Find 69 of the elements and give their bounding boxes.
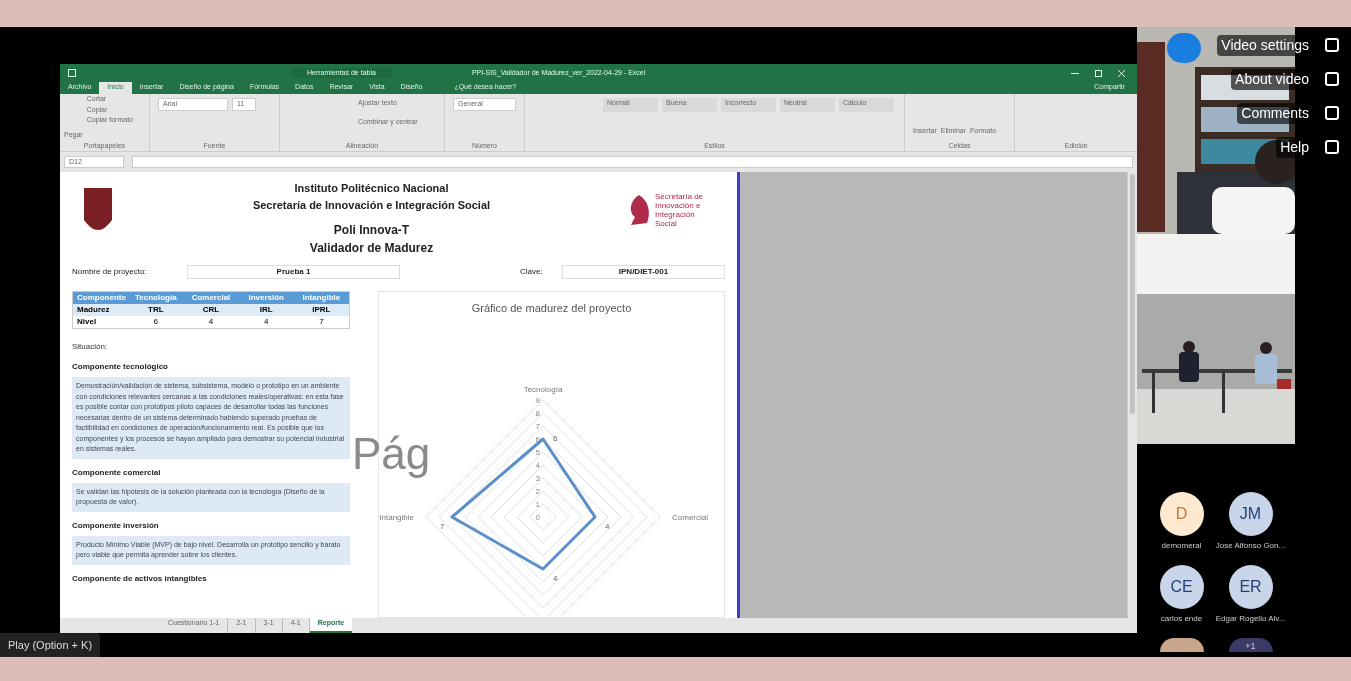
table-cell-text: 4 xyxy=(207,316,215,328)
column-header: Inversión xyxy=(247,292,285,304)
data-label: 7 xyxy=(439,521,444,531)
scrollbar-thumb[interactable] xyxy=(1130,174,1135,414)
data-label: 6 xyxy=(552,433,557,443)
close-icon[interactable] xyxy=(1118,69,1125,77)
table-cell-text: TRL xyxy=(147,304,165,316)
table-cell-text: IPRL xyxy=(311,304,332,316)
tick-label: 9 xyxy=(535,395,540,405)
tick-label: 7 xyxy=(535,421,540,431)
axis-label: Tecnología xyxy=(523,384,562,394)
scrollbar[interactable] xyxy=(1127,172,1137,618)
participant-name: Jose Alfonso Gon... xyxy=(1215,540,1286,552)
table-cell-text: 7 xyxy=(318,316,325,328)
section-title: Componente inversión xyxy=(72,519,160,532)
situation-label: Situación: xyxy=(72,341,109,353)
axis-label: Intangible xyxy=(379,512,414,522)
tick-label: 0 xyxy=(535,512,540,522)
field-label: Clave: xyxy=(520,266,544,278)
participant-name: demomeral xyxy=(1161,540,1202,552)
play-tooltip: Play (Option + K) xyxy=(0,632,101,657)
menu-item-icon xyxy=(1325,38,1339,52)
table-cell-text: Nivel xyxy=(76,316,98,328)
axis-label: Comercial xyxy=(671,512,708,522)
minimize-icon[interactable] xyxy=(1071,72,1079,74)
tick-label: 5 xyxy=(535,447,540,457)
data-label: 4 xyxy=(604,521,609,531)
tick-label: 4 xyxy=(535,460,540,470)
table-cell-text: CRL xyxy=(201,304,221,316)
tick-label: 8 xyxy=(535,408,540,418)
table-cell-text: 6 xyxy=(152,316,159,328)
tick-label: 1 xyxy=(535,499,540,509)
section-title: Componente de activos intangibles xyxy=(72,572,208,585)
chart-title: Gráfico de madurez del proyecto xyxy=(471,301,632,316)
column-header: Tecnología xyxy=(133,292,178,304)
more-participants-badge: +1 xyxy=(1228,638,1273,652)
table-cell-text: Madurez xyxy=(76,304,111,316)
page-watermark: Pág xyxy=(352,432,432,477)
section-title: Componente tecnológico xyxy=(72,361,169,373)
header-text: Instituto Politécnico Nacional xyxy=(294,181,449,196)
avatar: D xyxy=(1159,492,1204,536)
avatar: ER xyxy=(1228,565,1273,609)
section-title: Componente comercial xyxy=(72,466,162,479)
participant-name: carlos ende xyxy=(1160,613,1203,625)
subheader-text: Validador de Madurez xyxy=(309,240,434,257)
avatar: JM xyxy=(1228,492,1273,536)
column-header: Componente xyxy=(76,292,127,304)
column-header: Comercial xyxy=(190,292,232,304)
formula-field[interactable] xyxy=(132,156,1133,168)
data-label: 4 xyxy=(552,573,557,583)
logo-text: Secretaría de Innovación e Integración Social xyxy=(655,192,705,228)
tick-label: 2 xyxy=(535,486,540,496)
header-text: Secretaría de Innovación e Integración Social xyxy=(252,197,491,213)
project-name-field: Prueba 1 xyxy=(187,265,400,279)
participant-name: Edgar Rogelio Alv... xyxy=(1215,613,1286,625)
column-header: Intangible xyxy=(301,292,342,304)
menu-item-icon xyxy=(1325,106,1339,120)
table-cell-text: IRL xyxy=(258,304,274,316)
subheader-text: Poli Innova-T xyxy=(333,222,410,239)
avatar xyxy=(1159,638,1204,652)
tick-label: 3 xyxy=(535,473,540,483)
key-field: IPN/DIET-001 xyxy=(562,265,725,279)
table-cell-text: 4 xyxy=(262,316,270,328)
menu-item-icon xyxy=(1325,140,1339,154)
menu-item-icon xyxy=(1325,72,1339,86)
field-label: Nombre de proyecto: xyxy=(72,266,148,278)
maximize-icon[interactable] xyxy=(1095,69,1102,77)
save-icon[interactable] xyxy=(68,69,76,77)
avatar: CE xyxy=(1159,565,1204,609)
